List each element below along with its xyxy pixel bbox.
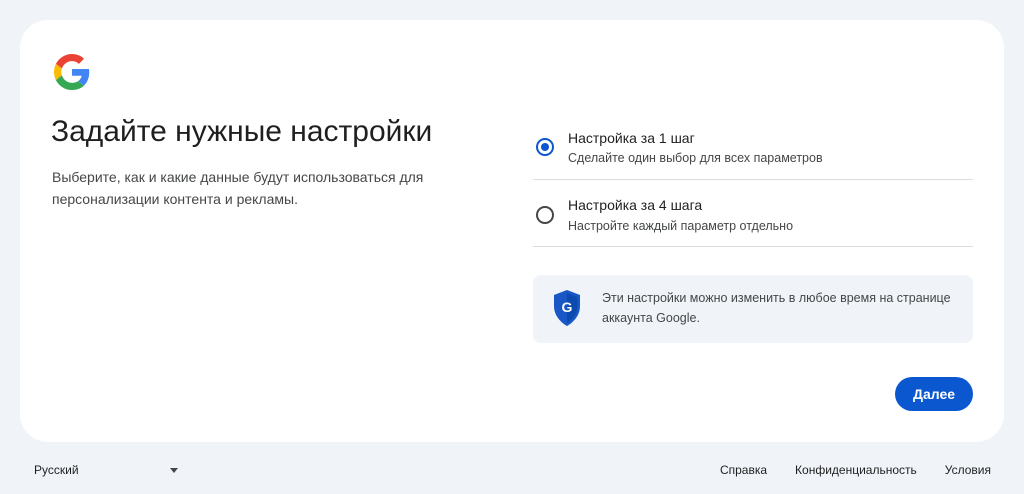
language-label: Русский: [34, 463, 79, 477]
option-title: Настройка за 1 шаг: [568, 130, 695, 146]
terms-link[interactable]: Условия: [945, 463, 991, 477]
google-logo-icon: [54, 54, 90, 90]
language-selector[interactable]: Русский: [34, 463, 180, 479]
next-button[interactable]: Далее: [895, 377, 973, 411]
option-description: Настройте каждый параметр отдельно: [568, 219, 794, 233]
option-one-step[interactable]: Настройка за 1 шаг Сделайте один выбор д…: [533, 116, 973, 180]
radio-four-steps[interactable]: [536, 206, 554, 224]
option-four-steps[interactable]: Настройка за 4 шага Настройте каждый пар…: [533, 180, 973, 247]
settings-card: Задайте нужные настройки Выберите, как и…: [20, 20, 1004, 442]
footer-links: Справка Конфиденциальность Условия: [720, 463, 991, 477]
info-box: G Эти настройки можно изменить в любое в…: [533, 275, 973, 343]
setup-options: Настройка за 1 шаг Сделайте один выбор д…: [533, 116, 973, 247]
option-description: Сделайте один выбор для всех параметров: [568, 151, 823, 165]
info-text: Эти настройки можно изменить в любое вре…: [602, 291, 951, 325]
caret-down-icon: [170, 468, 178, 473]
radio-one-step[interactable]: [536, 138, 554, 156]
help-link[interactable]: Справка: [720, 463, 767, 477]
page-subtitle: Выберите, как и какие данные будут испол…: [52, 169, 424, 207]
option-title: Настройка за 4 шага: [568, 197, 703, 213]
svg-text:G: G: [562, 299, 573, 315]
footer: Русский Справка Конфиденциальность Услов…: [0, 456, 1024, 484]
page-title: Задайте нужные настройки: [51, 115, 433, 148]
google-shield-icon: G: [554, 290, 580, 326]
privacy-link[interactable]: Конфиденциальность: [795, 463, 917, 477]
